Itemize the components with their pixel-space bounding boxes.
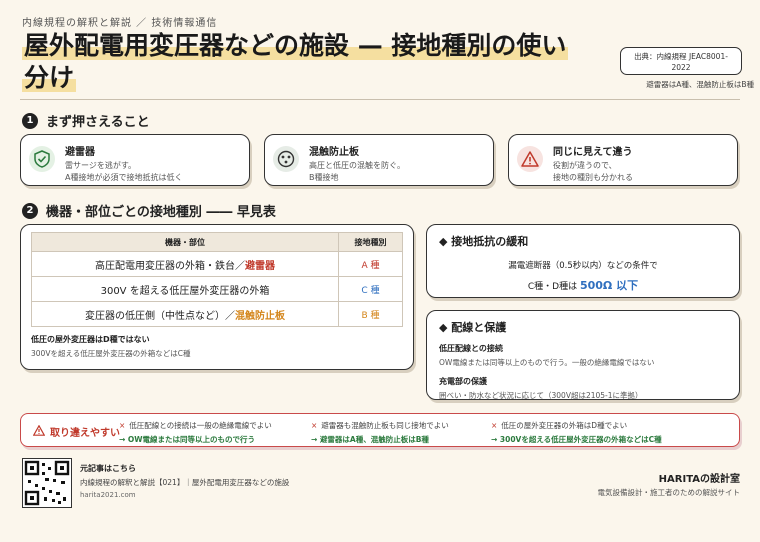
source-box: 出典：内線規程 JEAC8001- 2022 <box>620 47 742 75</box>
wiring-card: ◆ 配線と保護 低圧配線との接続 OW電線または同等以上のもので行う。一般の絶縁… <box>426 310 740 400</box>
brand-name: HARITAの設計室 <box>658 474 740 485</box>
warning-icon <box>517 146 543 172</box>
source-line2: 2022 <box>671 63 691 72</box>
warning-label-text: 取り違えやすい <box>50 428 120 439</box>
warning-item: × 低圧配線との接続は一般の絶縁電線でよい → OW電線または同等以上のもので行う <box>119 420 309 445</box>
table-header-equipment: 機器・部位 <box>31 232 339 252</box>
shield-check-icon <box>29 146 55 172</box>
equipment-text: 300V を超える低圧屋外変圧器の外箱 <box>100 285 270 297</box>
grounding-table: 機器・部位 接地種別 高圧配電用変圧器の外箱・鉄台／避雷器 A 種 300V を… <box>31 232 403 327</box>
warning-wrong: × 低圧配線との接続は一般の絶縁電線でよい <box>119 421 272 430</box>
section2-number: 2 <box>22 202 38 219</box>
key-card-line2: A種接地が必須で接地抵抗は低く <box>65 173 183 182</box>
key-card-difference: 同じに見えて違う 役割が違うので、 接地の種別も分かれる <box>508 134 738 186</box>
section1-number: 1 <box>22 112 38 129</box>
footer-ref-sub[interactable]: 内線規程の解釈と解説【021】｜屋外配電用変圧器などの施設 <box>80 477 289 488</box>
key-card-title: 同じに見えて違う <box>553 147 633 158</box>
section2-title: 機器・部位ごとの接地種別 ―― 早見表 <box>46 205 276 220</box>
key-card-plate: 混触防止板 高圧と低圧の混触を防ぐ。 B種接地 <box>264 134 494 186</box>
title-line2: 分け <box>22 63 77 92</box>
resistance-card: ◆ 接地抵抗の緩和 漏電遮断器（0.5秒以内）などの条件で C種・D種は 500… <box>426 224 740 298</box>
table-row: 高圧配電用変圧器の外箱・鉄台／避雷器 A 種 <box>31 251 403 277</box>
qr-code[interactable] <box>22 458 72 508</box>
kicker: 内線規程の解釈と解説 ／ 技術情報通信 <box>22 18 218 29</box>
table-cell-equipment: 変圧器の低圧側（中性点など）／混触防止板 <box>31 301 339 327</box>
source-note: 避雷器はA種、混触防止板はB種 <box>646 80 754 89</box>
section1-heading: 1 まず押さえること <box>22 111 150 130</box>
resistance-value: 500Ω 以下 <box>579 279 639 292</box>
footer-ref-title: 元記事はこちら <box>80 464 136 473</box>
grounding-table-card: 機器・部位 接地種別 高圧配電用変圧器の外箱・鉄台／避雷器 A 種 300V を… <box>20 224 414 370</box>
table-note-title: 低圧の屋外変圧器はD種ではない <box>31 335 150 344</box>
wiring-sub2: 充電部の保護 <box>439 377 487 386</box>
warning-right: → 避雷器はA種、混触防止板はB種 <box>311 435 429 444</box>
resistance-title-text: 接地抵抗の緩和 <box>451 235 529 248</box>
warning-wrong: × 避雷器も混触防止板も同じ接地でよい <box>311 421 449 430</box>
title-line1: 屋外配電用変圧器などの施設 — 接地種別の使い <box>22 31 569 60</box>
table-row: 300V を超える低圧屋外変圧器の外箱 C 種 <box>31 276 403 302</box>
table-note-text: 300Vを超える低圧屋外変圧器の外箱などはC種 <box>31 349 191 358</box>
resistance-line1: 漏電遮断器（0.5秒以内）などの条件で <box>508 261 658 271</box>
table-cell-equipment: 300V を超える低圧屋外変圧器の外箱 <box>31 276 339 302</box>
key-card-line1: 高圧と低圧の混触を防ぐ。 <box>309 161 405 170</box>
header-divider <box>20 99 740 100</box>
equipment-text: 変圧器の低圧側（中性点など）／ <box>85 310 235 322</box>
wiring-text1: OW電線または同等以上のもので行う。一般の絶縁電線ではない <box>439 358 655 367</box>
warning-item: × 避雷器も混触防止板も同じ接地でよい → 避雷器はA種、混触防止板はB種 <box>311 420 501 445</box>
resistance-line2-text: C種・D種は <box>527 282 578 292</box>
wiring-title-text: 配線と保護 <box>451 321 507 334</box>
key-card-title: 混触防止板 <box>309 147 359 158</box>
warning-strip: 取り違えやすい × 低圧配線との接続は一般の絶縁電線でよい → OW電線または同等… <box>20 413 740 447</box>
equipment-text: 高圧配電用変圧器の外箱・鉄台／ <box>95 260 245 272</box>
table-cell-type: B 種 <box>338 301 403 327</box>
table-cell-type: A 種 <box>338 251 403 277</box>
plate-dots-icon <box>273 146 299 172</box>
table-header-type: 接地種別 <box>338 232 403 252</box>
wiring-text2: 囲べい・防水など状況に応じて（300V超は2105-1に準拠） <box>439 391 643 400</box>
section1-title: まず押さえること <box>46 115 150 130</box>
warning-right: → OW電線または同等以上のもので行う <box>119 435 256 444</box>
key-card-arrester: 避雷器 雷サージを逃がす。 A種接地が必須で接地抵抗は低く <box>20 134 250 186</box>
key-card-line2: B種接地 <box>309 173 339 182</box>
page-title: 屋外配電用変圧器などの施設 — 接地種別の使い 分け <box>22 30 622 94</box>
warning-icon <box>32 424 46 439</box>
table-row: 変圧器の低圧側（中性点など）／混触防止板 B 種 <box>31 301 403 327</box>
equipment-highlight: 混触防止板 <box>235 310 285 322</box>
warning-right: → 300Vを超える低圧屋外変圧器の外箱などはC種 <box>491 435 662 444</box>
equipment-highlight: 避雷器 <box>245 260 275 272</box>
source-line1: 出典：内線規程 JEAC8001- <box>634 52 728 61</box>
warning-wrong: × 低圧の屋外変圧器の外箱はD種でよい <box>491 421 628 430</box>
key-card-line1: 役割が違うので、 <box>553 161 617 170</box>
key-card-line1: 雷サージを逃がす。 <box>65 161 137 170</box>
section2-heading: 2 機器・部位ごとの接地種別 ―― 早見表 <box>22 201 276 220</box>
key-card-title: 避雷器 <box>65 147 95 158</box>
wiring-title: ◆ 配線と保護 <box>439 321 507 334</box>
table-cell-type: C 種 <box>338 276 403 302</box>
wiring-sub1: 低圧配線との接続 <box>439 344 503 353</box>
warning-item: × 低圧の屋外変圧器の外箱はD種でよい → 300Vを超える低圧屋外変圧器の外箱な… <box>491 420 681 445</box>
brand-subtitle: 電気設備設計・施工者のための解説サイト <box>597 488 741 497</box>
table-cell-equipment: 高圧配電用変圧器の外箱・鉄台／避雷器 <box>31 251 339 277</box>
resistance-line2: C種・D種は 500Ω 以下 <box>439 277 727 293</box>
key-card-line2: 接地の種別も分かれる <box>553 173 633 182</box>
footer-ref-url[interactable]: harita2021.com <box>80 491 136 499</box>
resistance-title: ◆ 接地抵抗の緩和 <box>439 235 529 248</box>
warning-label: 取り違えやすい <box>32 424 120 439</box>
